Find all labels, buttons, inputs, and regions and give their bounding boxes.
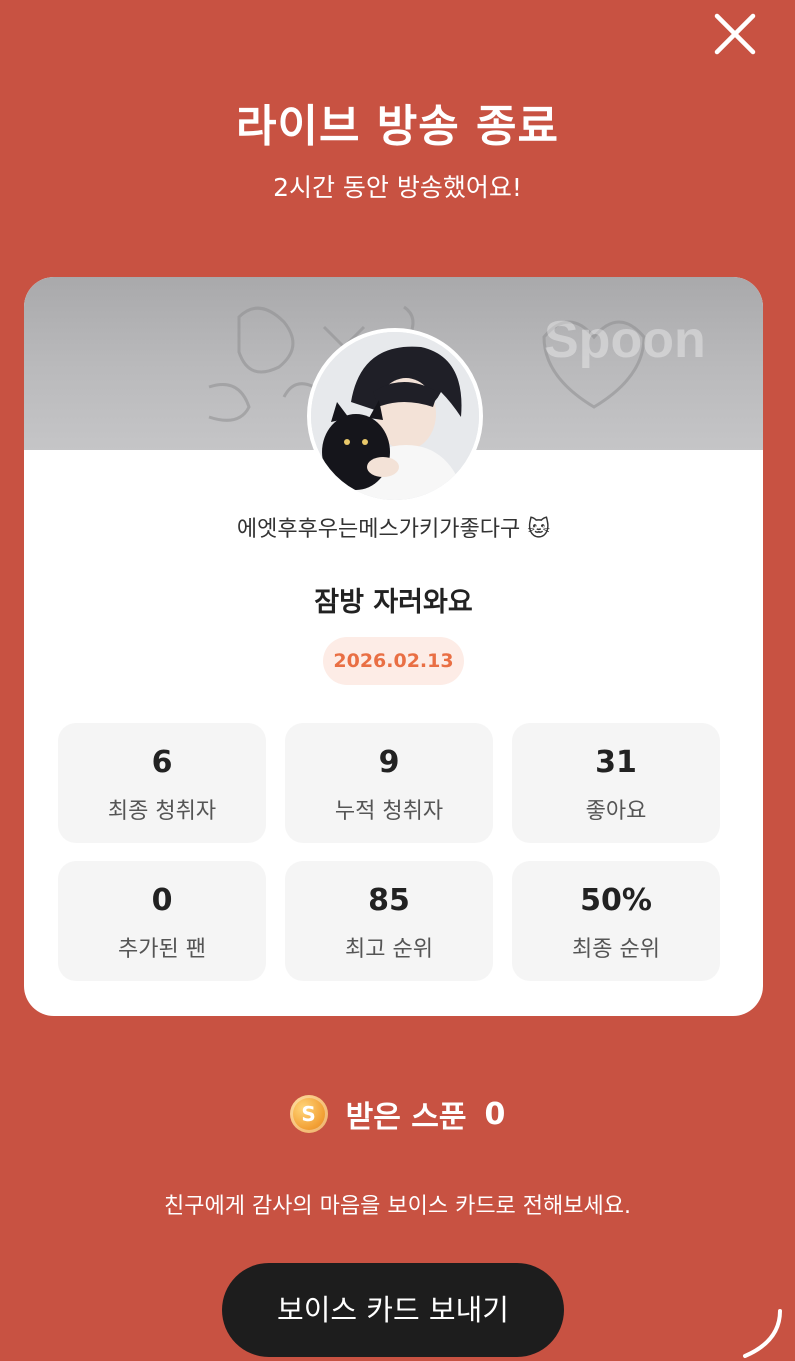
page-title: 라이브 방송 종료	[236, 101, 559, 152]
live-title: 잠방 자러와요	[314, 587, 473, 618]
spoon-watermark: Spoon	[544, 311, 706, 369]
received-spoons: S 받은 스푼 0	[0, 1092, 795, 1136]
broadcast-duration: 2시간 동안 방송했어요!	[273, 173, 522, 202]
send-voice-card-button[interactable]: 보이스 카드 보내기	[222, 1263, 564, 1357]
stat-value: 6	[151, 745, 173, 780]
stat-final-listeners: 6 최종 청취자	[58, 723, 266, 843]
host-nickname: 에엣후후우는메스가키가좋다구 🐱	[236, 517, 551, 542]
broadcast-summary-card: Spoon 에엣후후우는메스가키가좋다구 🐱 잠방 자러와요 2026.02.1…	[24, 277, 763, 1016]
avatar[interactable]	[307, 328, 483, 504]
stat-label: 최종 청취자	[107, 799, 217, 824]
stat-label: 누적 청취자	[334, 799, 444, 824]
received-spoons-label: 받은 스푼	[345, 1100, 467, 1135]
stat-value: 31	[595, 745, 637, 780]
close-button[interactable]	[713, 12, 757, 56]
resize-handle-icon	[743, 1309, 782, 1358]
stat-final-rank: 50% 최종 순위	[512, 861, 720, 981]
stat-label: 최고 순위	[345, 937, 433, 962]
received-spoons-count: 0	[484, 1096, 506, 1132]
stat-label: 최종 순위	[572, 937, 660, 962]
spoon-coin-icon: S	[289, 1095, 328, 1133]
stat-total-listeners: 9 누적 청취자	[285, 723, 493, 843]
avatar-image	[311, 332, 479, 500]
stat-value: 85	[368, 883, 410, 918]
stat-value: 0	[151, 883, 173, 918]
voice-card-prompt: 친구에게 감사의 마음을 보이스 카드로 전해보세요.	[163, 1194, 631, 1219]
stat-new-fans: 0 추가된 팬	[58, 861, 266, 981]
date-badge: 2026.02.13	[323, 637, 464, 685]
stat-best-rank: 85 최고 순위	[285, 861, 493, 981]
stat-label: 추가된 팬	[118, 937, 206, 962]
stats-grid: 6 최종 청취자 9 누적 청취자 31 좋아요 0 추가된 팬 85 최고 순…	[58, 723, 722, 981]
stat-likes: 31 좋아요	[512, 723, 720, 843]
close-icon	[714, 13, 756, 55]
stat-value: 9	[378, 745, 400, 780]
stat-label: 좋아요	[585, 799, 647, 824]
stat-value: 50%	[580, 883, 652, 918]
